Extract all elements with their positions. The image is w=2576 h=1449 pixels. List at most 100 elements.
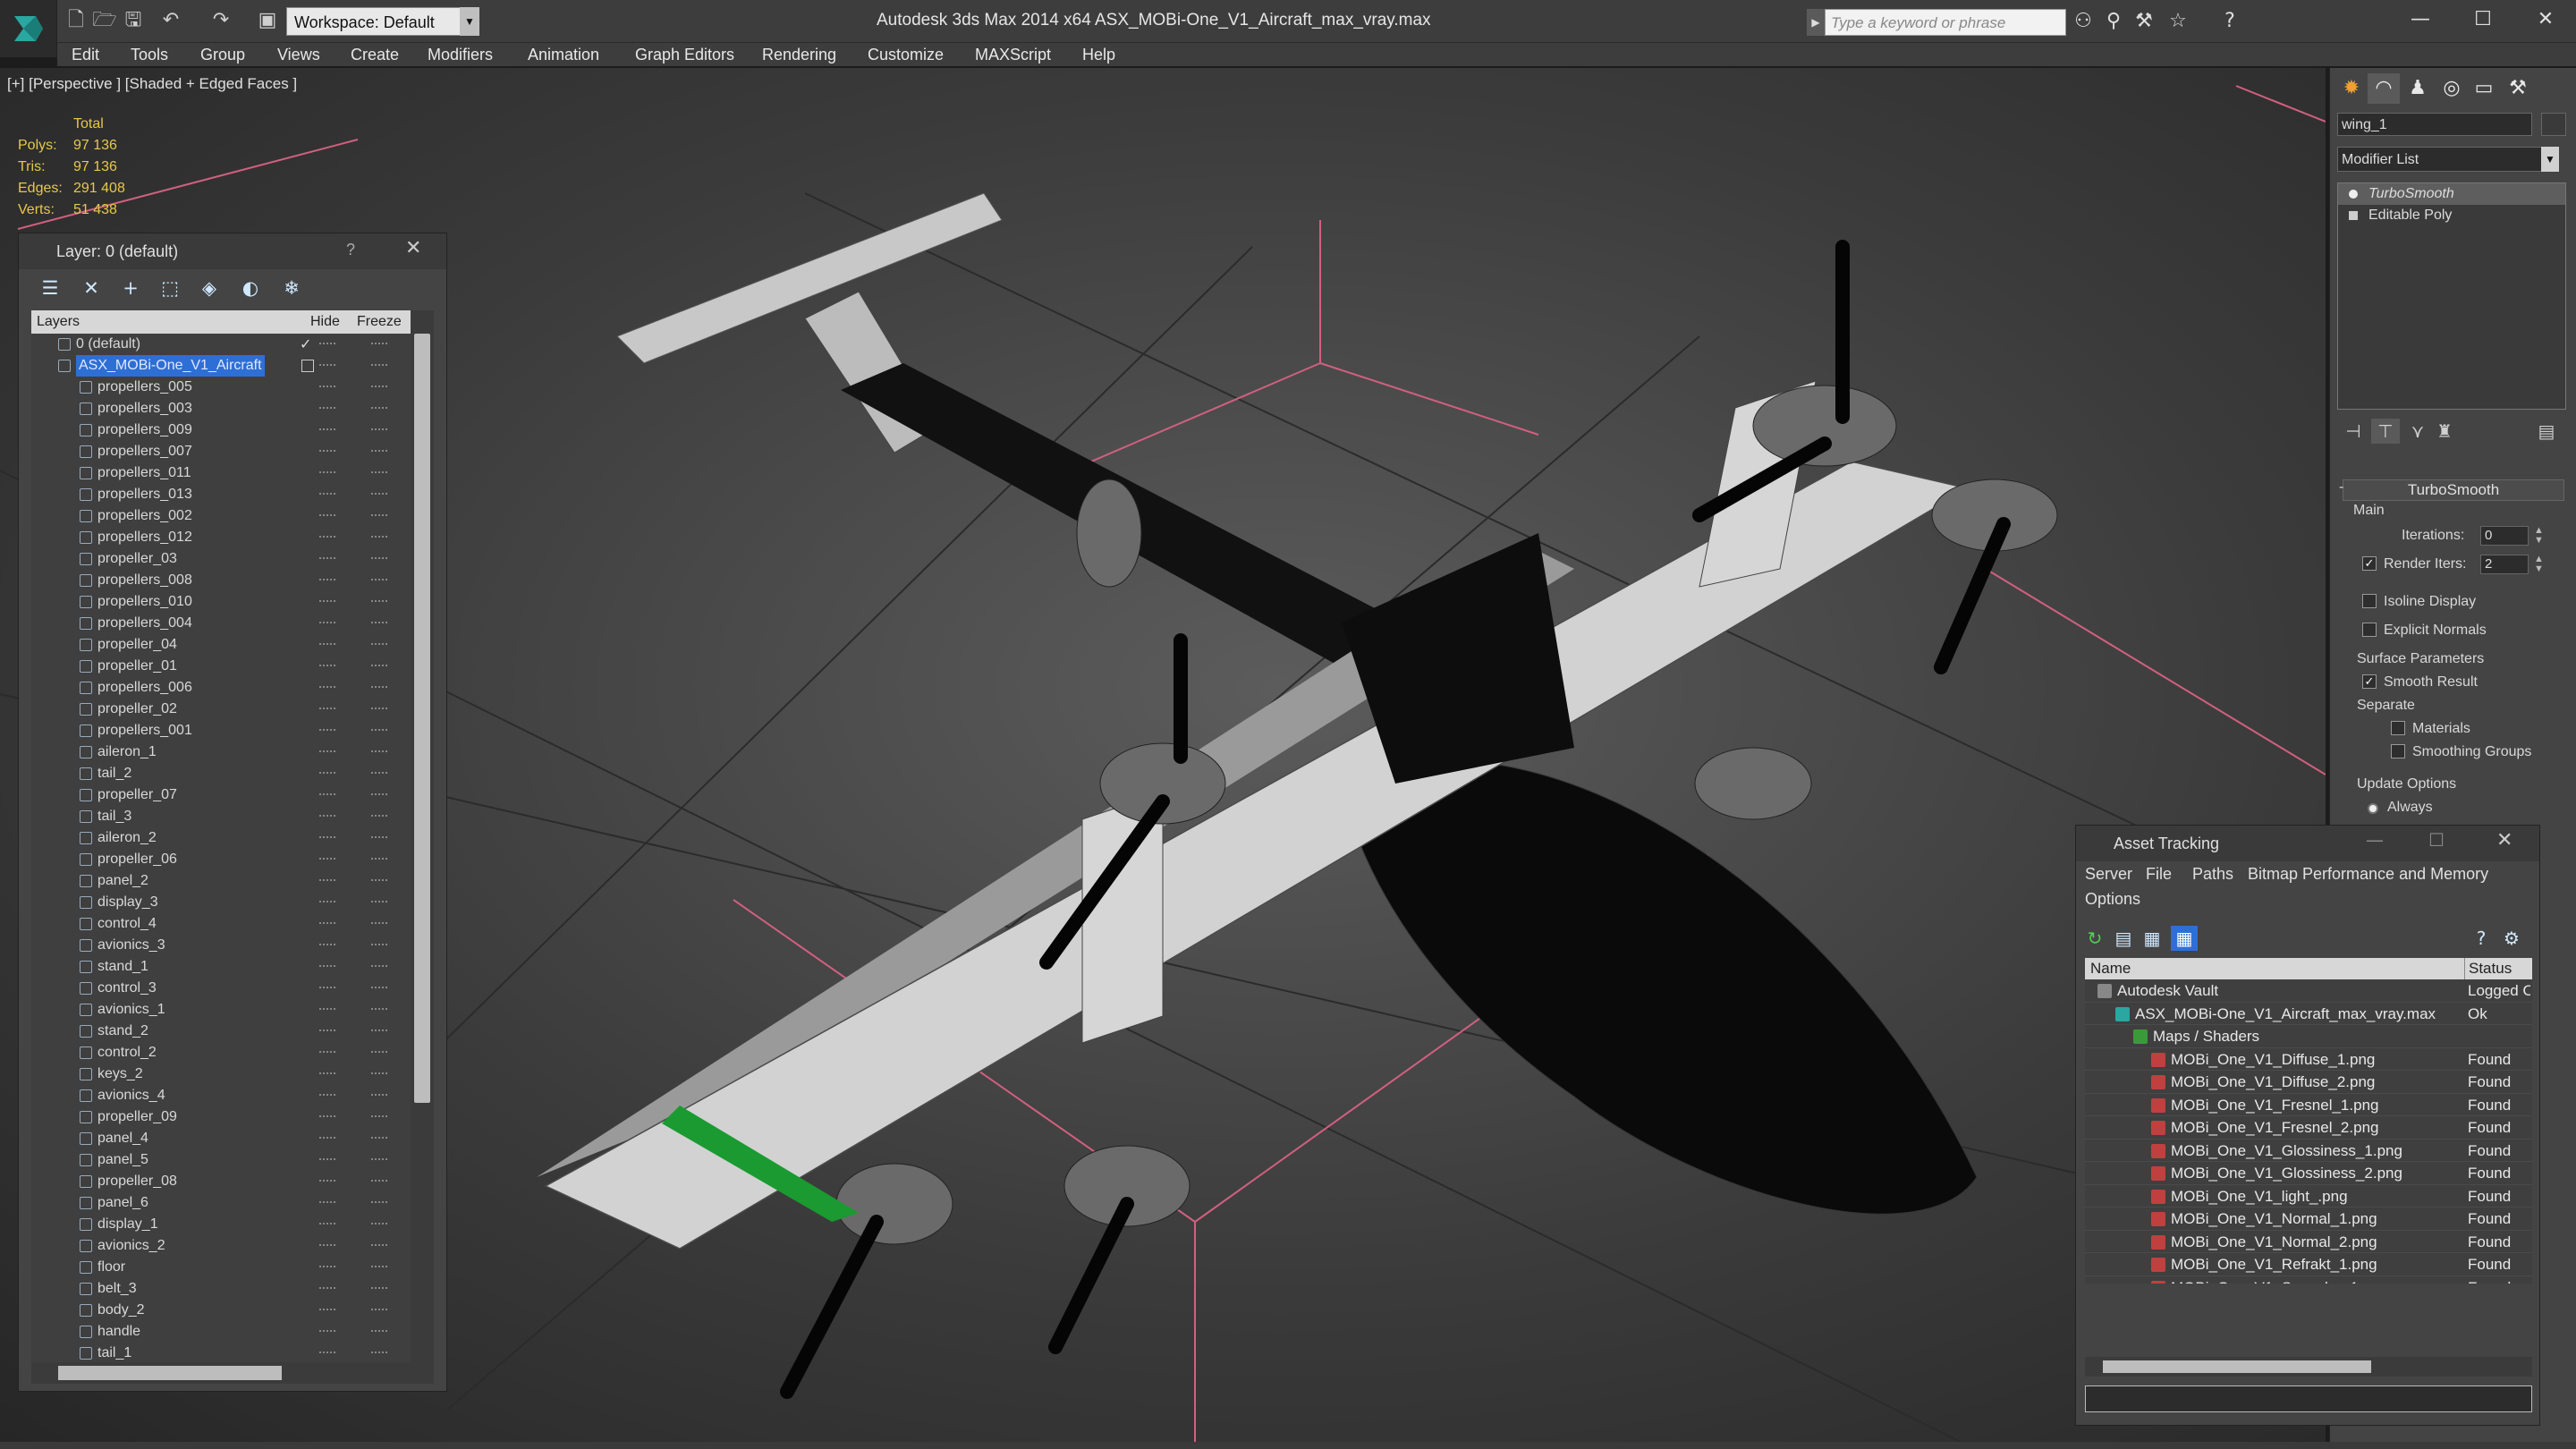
freeze-toggle[interactable] xyxy=(371,793,387,796)
menu-customize[interactable]: Customize xyxy=(868,43,944,66)
freeze-toggle[interactable] xyxy=(371,708,387,710)
asset-row[interactable]: Maps / Shaders xyxy=(2085,1025,2532,1048)
layer-row[interactable]: aileron_2 xyxy=(31,827,411,849)
asset-row[interactable]: MOBi_One_V1_Refrakt_1.png Found xyxy=(2085,1253,2532,1276)
hide-toggle[interactable] xyxy=(319,665,335,667)
layer-row[interactable]: propeller_06 xyxy=(31,849,411,870)
make-unique-icon[interactable]: ⋎ xyxy=(2403,419,2432,444)
name-column[interactable]: Name xyxy=(2090,958,2131,979)
menu-tools[interactable]: Tools xyxy=(131,43,168,66)
highlight-layer-icon[interactable]: ◈ xyxy=(194,275,225,301)
freeze-toggle[interactable] xyxy=(371,1287,387,1290)
freeze-toggle[interactable] xyxy=(371,1266,387,1268)
hide-toggle[interactable] xyxy=(319,1330,335,1333)
freeze-toggle[interactable] xyxy=(371,1137,387,1140)
maximize-icon[interactable]: ☐ xyxy=(2428,829,2445,851)
scrollbar-thumb[interactable] xyxy=(414,334,430,1103)
smooth-result-checkbox[interactable]: ✓ xyxy=(2362,674,2377,689)
freeze-toggle[interactable] xyxy=(371,1072,387,1075)
binoculars-icon[interactable]: ⚇ xyxy=(2068,7,2098,36)
asset-row[interactable]: MOBi_One_V1_Glossiness_2.png Found xyxy=(2085,1162,2532,1185)
remove-modifier-icon[interactable]: ♜ xyxy=(2430,419,2459,444)
layer-row[interactable]: avionics_1 xyxy=(31,999,411,1021)
freeze-toggle[interactable] xyxy=(371,493,387,496)
asset-row[interactable]: MOBi_One_V1_Diffuse_2.png Found xyxy=(2085,1071,2532,1094)
hide-toggle[interactable] xyxy=(319,1244,335,1247)
hide-toggle[interactable] xyxy=(319,579,335,581)
render-iters-spinner[interactable]: 2 xyxy=(2480,555,2529,574)
freeze-toggle[interactable] xyxy=(371,428,387,431)
layer-row[interactable]: propellers_011 xyxy=(31,462,411,484)
hide-toggle[interactable] xyxy=(319,772,335,775)
communication-icon[interactable]: ⚒ xyxy=(2129,7,2159,36)
layer-row[interactable]: stand_2 xyxy=(31,1021,411,1042)
list-view-icon[interactable]: ▤ xyxy=(2110,926,2137,951)
close-icon[interactable]: ✕ xyxy=(2496,829,2512,852)
pin-stack-icon[interactable]: ⊣ xyxy=(2339,419,2368,444)
project-folder-icon[interactable]: ▣ xyxy=(254,7,281,34)
redo-icon[interactable]: ↷ xyxy=(208,7,234,34)
hide-toggle[interactable] xyxy=(319,557,335,560)
layer-row[interactable]: propellers_004 xyxy=(31,613,411,634)
menu-modifiers[interactable]: Modifiers xyxy=(428,43,493,66)
select-objects-icon[interactable]: ⬚ xyxy=(155,275,185,301)
asset-row[interactable]: ASX_MOBi-One_V1_Aircraft_max_vray.max Ok xyxy=(2085,1003,2532,1025)
open-file-icon[interactable]: 🗁 xyxy=(91,7,118,34)
chevron-down-icon[interactable]: ▼ xyxy=(460,7,479,36)
freeze-toggle[interactable] xyxy=(371,1094,387,1097)
freeze-toggle[interactable] xyxy=(371,922,387,925)
hide-toggle[interactable] xyxy=(319,1158,335,1161)
current-layer-check-icon[interactable]: ✓ xyxy=(300,334,311,355)
freeze-toggle[interactable] xyxy=(371,364,387,367)
freeze-toggle[interactable] xyxy=(371,901,387,903)
hide-toggle[interactable] xyxy=(319,514,335,517)
layer-row[interactable]: control_4 xyxy=(31,913,411,935)
freeze-toggle[interactable] xyxy=(371,343,387,345)
hide-toggle[interactable] xyxy=(319,858,335,860)
layer-row[interactable]: propeller_01 xyxy=(31,656,411,677)
layer-row[interactable]: body_2 xyxy=(31,1300,411,1321)
layer-row[interactable]: panel_2 xyxy=(31,870,411,892)
smoothing-groups-checkbox[interactable] xyxy=(2391,744,2405,758)
freeze-toggle[interactable] xyxy=(371,579,387,581)
asset-menu-bitmap[interactable]: Bitmap Performance and Memory xyxy=(2248,865,2488,884)
layer-row[interactable]: panel_5 xyxy=(31,1149,411,1171)
hscrollbar-thumb[interactable] xyxy=(2103,1360,2371,1373)
layer-row[interactable]: belt_3 xyxy=(31,1278,411,1300)
freeze-toggle[interactable] xyxy=(371,471,387,474)
asset-row[interactable]: MOBi_One_V1_light_.png Found xyxy=(2085,1185,2532,1208)
workspace-select[interactable]: Workspace: Default xyxy=(286,7,479,36)
hide-toggle[interactable] xyxy=(319,987,335,989)
spinner-arrows-icon[interactable]: ▲ ▼ xyxy=(2534,555,2544,574)
spinner-arrows-icon[interactable]: ▲ ▼ xyxy=(2534,526,2544,546)
asset-row[interactable]: MOBi_One_V1_Fresnel_1.png Found xyxy=(2085,1094,2532,1116)
turbosmooth-rollout[interactable]: TurboSmooth xyxy=(2343,479,2564,501)
hide-toggle[interactable] xyxy=(319,1051,335,1054)
freeze-toggle[interactable] xyxy=(371,815,387,818)
asset-row[interactable]: MOBi_One_V1_Normal_2.png Found xyxy=(2085,1231,2532,1253)
layer-row[interactable]: floor xyxy=(31,1257,411,1278)
hide-toggle[interactable] xyxy=(319,536,335,538)
menu-graph-editors[interactable]: Graph Editors xyxy=(635,43,734,66)
lightbulb-icon[interactable] xyxy=(2349,190,2358,199)
hide-toggle[interactable] xyxy=(319,364,335,367)
set-current-checkbox[interactable] xyxy=(301,360,314,372)
hide-toggle[interactable] xyxy=(319,708,335,710)
freeze-toggle[interactable] xyxy=(371,1180,387,1182)
maximize-icon[interactable]: ☐ xyxy=(2451,0,2515,39)
layer-row[interactable]: control_2 xyxy=(31,1042,411,1063)
thumbnail-view-icon[interactable]: ▦ xyxy=(2139,926,2165,951)
hide-toggle[interactable] xyxy=(319,836,335,839)
asset-menu-server[interactable]: Server xyxy=(2085,865,2132,884)
freeze-all-icon[interactable]: ❄ xyxy=(276,275,307,301)
layer-row[interactable]: propeller_09 xyxy=(31,1106,411,1128)
layer-row[interactable]: propellers_009 xyxy=(31,419,411,441)
asset-row[interactable]: MOBi_One_V1_Diffuse_1.png Found xyxy=(2085,1048,2532,1071)
asset-menu-paths[interactable]: Paths xyxy=(2192,865,2233,884)
hide-toggle[interactable] xyxy=(319,1115,335,1118)
hide-toggle[interactable] xyxy=(319,815,335,818)
layer-row[interactable]: propeller_08 xyxy=(31,1171,411,1192)
menu-rendering[interactable]: Rendering xyxy=(762,43,836,66)
hide-toggle[interactable] xyxy=(319,1030,335,1032)
freeze-toggle[interactable] xyxy=(371,1223,387,1225)
